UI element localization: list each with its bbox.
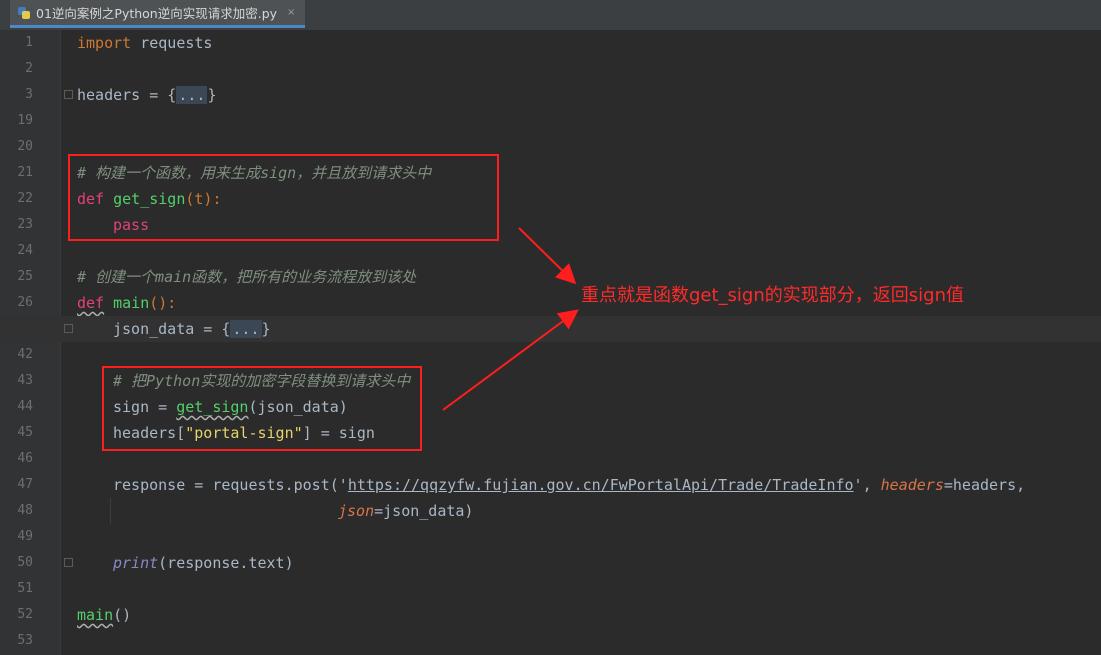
annotation-arrows: [442, 227, 579, 411]
arrow-to-annotation-bottom: [442, 309, 579, 411]
arrow-to-annotation-top: [518, 227, 577, 285]
annotation-text: 重点就是函数get_sign的实现部分，返回sign值: [581, 285, 964, 306]
